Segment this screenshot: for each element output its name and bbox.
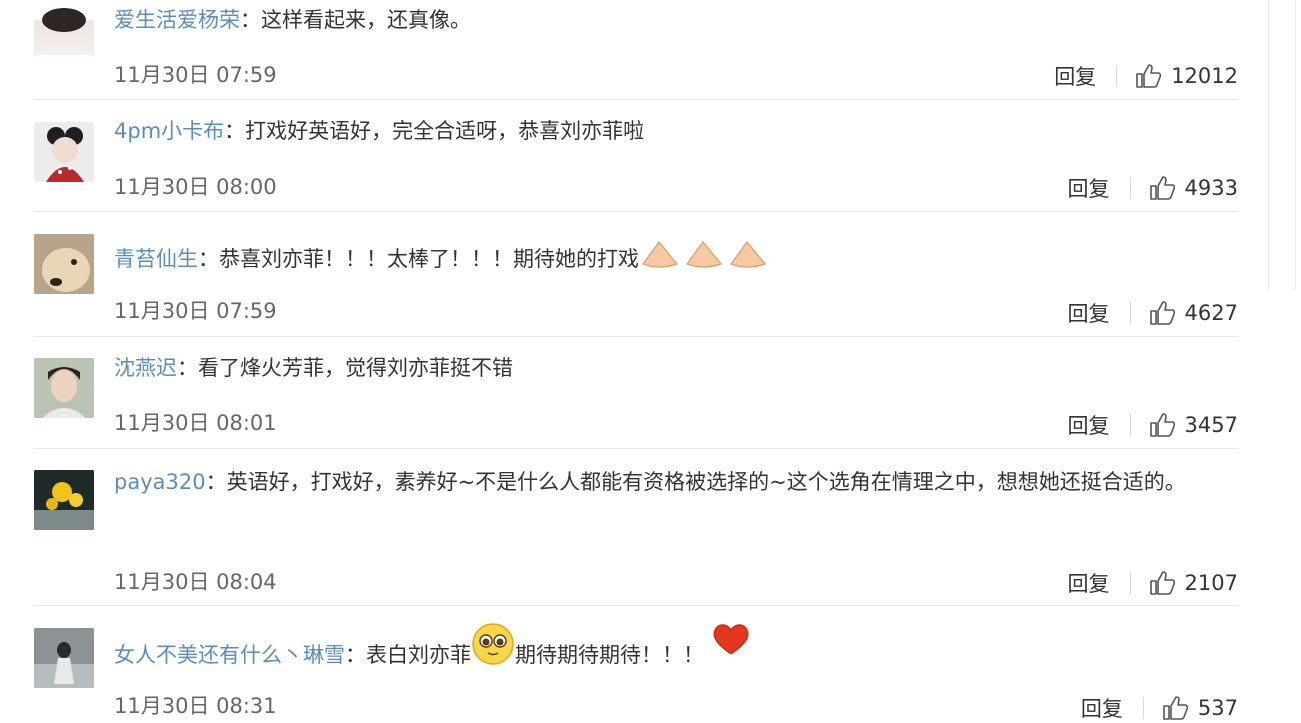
comment-divider	[34, 99, 1238, 100]
comment-body: 爱生活爱杨荣：这样看起来，还真像。	[114, 0, 1238, 42]
comment-divider	[34, 336, 1238, 337]
comment-body: paya320：英语好，打戏好，素养好~不是什么人都能有资格被选择的~这个选角在…	[114, 460, 1238, 504]
comment-username[interactable]: 爱生活爱杨荣	[114, 8, 240, 32]
avatar[interactable]	[34, 470, 94, 530]
like-count: 2107	[1184, 571, 1238, 595]
comment-time: 11月30日 07:59	[114, 299, 277, 323]
comment-time: 11月30日 08:04	[114, 570, 277, 594]
comment-item: 青苔仙生：恭喜刘亦菲！！！太棒了！！！期待她的打戏 11月30日 07:59 回…	[0, 226, 1268, 336]
comment-text: 这样看起来，还真像。	[261, 8, 471, 32]
action-divider	[1129, 302, 1131, 324]
comment-time: 11月30日 07:59	[114, 63, 277, 87]
like-count: 12012	[1171, 64, 1238, 88]
action-divider	[1116, 65, 1118, 87]
comment-username[interactable]: 沈燕迟	[114, 356, 177, 380]
comment-username[interactable]: paya320	[114, 470, 206, 494]
avatar[interactable]	[34, 628, 94, 688]
comment-separator: ：	[345, 643, 366, 667]
comment-item: 爱生活爱杨荣：这样看起来，还真像。 11月30日 07:59 回复 12012	[0, 0, 1268, 100]
avatar[interactable]	[34, 234, 94, 294]
comment-username[interactable]: 女人不美还有什么丶琳雪	[114, 643, 345, 667]
reply-button[interactable]: 回复	[1081, 693, 1123, 723]
comment-time: 11月30日 08:31	[114, 694, 277, 718]
comment-separator: ：	[240, 8, 261, 32]
comment-item: 4pm小卡布：打戏好英语好，完全合适呀，恭喜刘亦菲啦 11月30日 08:00 …	[0, 112, 1268, 212]
thumbs-up-icon[interactable]	[1162, 695, 1188, 721]
comment-divider	[34, 211, 1238, 212]
thumbs-up-icon[interactable]	[1149, 175, 1175, 201]
comment-text: 英语好，打戏好，素养好~不是什么人都能有资格被选择的~这个选角在情理之中，想想她…	[226, 470, 1186, 494]
pleading-face-emoji-icon	[471, 622, 515, 681]
comment-separator: ：	[198, 247, 219, 271]
comment-actions: 回复 4933	[1068, 173, 1238, 203]
comment-text: 表白刘亦菲	[366, 643, 471, 667]
comment-username[interactable]: 4pm小卡布	[114, 119, 224, 143]
comment-divider	[34, 605, 1238, 606]
comment-time: 11月30日 08:01	[114, 411, 277, 435]
comment-actions: 回复 3457	[1068, 410, 1238, 440]
comment-time: 11月30日 08:00	[114, 175, 277, 199]
comment-body: 沈燕迟：看了烽火芳菲，觉得刘亦菲挺不错	[114, 346, 1238, 390]
comment-text: 打戏好英语好，完全合适呀，恭喜刘亦菲啦	[245, 119, 645, 143]
comment-username[interactable]: 青苔仙生	[114, 247, 198, 271]
action-divider	[1129, 414, 1131, 436]
comment-body: 4pm小卡布：打戏好英语好，完全合适呀，恭喜刘亦菲啦	[114, 109, 1238, 153]
comment-item: 沈燕迟：看了烽火芳菲，觉得刘亦菲挺不错 11月30日 08:01 回复 3457	[0, 348, 1268, 448]
thumbs-up-icon[interactable]	[1149, 412, 1175, 438]
reply-button[interactable]: 回复	[1068, 298, 1110, 328]
comment-text: 恭喜刘亦菲！！！太棒了！！！期待她的打戏	[219, 247, 639, 271]
comment-actions: 回复 4627	[1068, 298, 1238, 328]
comment-divider	[34, 448, 1238, 449]
scroll-track-border	[1268, 0, 1269, 290]
action-divider	[1129, 177, 1131, 199]
action-divider	[1129, 572, 1131, 594]
comment-item: paya320：英语好，打戏好，素养好~不是什么人都能有资格被选择的~这个选角在…	[0, 460, 1268, 605]
thumbs-up-icon[interactable]	[1149, 570, 1175, 596]
reply-button[interactable]: 回复	[1054, 61, 1096, 91]
comment-actions: 回复 537	[1081, 693, 1238, 723]
comment-item: 女人不美还有什么丶琳雪：表白刘亦菲 期待期待期待！！！ 11月30日 08:31 …	[0, 614, 1268, 723]
reply-button[interactable]: 回复	[1068, 410, 1110, 440]
comment-body: 青苔仙生：恭喜刘亦菲！！！太棒了！！！期待她的打戏	[114, 234, 1238, 285]
comment-separator: ：	[224, 119, 246, 143]
comment-actions: 回复 12012	[1054, 61, 1238, 91]
avatar[interactable]	[34, 0, 94, 68]
comment-separator: ：	[205, 470, 227, 494]
comment-text: 看了烽火芳菲，觉得刘亦菲挺不错	[198, 356, 513, 380]
avatar[interactable]	[34, 122, 94, 182]
thumbs-up-icon[interactable]	[1135, 63, 1162, 89]
reply-button[interactable]: 回复	[1068, 568, 1110, 598]
reply-button[interactable]: 回复	[1068, 173, 1110, 203]
like-count: 537	[1197, 696, 1238, 720]
comment-actions: 回复 2107	[1068, 568, 1238, 598]
comment-separator: ：	[177, 356, 198, 380]
like-count: 4627	[1184, 301, 1238, 325]
pray-emoji-icon	[639, 234, 769, 285]
avatar[interactable]	[34, 358, 94, 418]
thumbs-up-icon[interactable]	[1149, 300, 1175, 326]
comment-text-continued: 期待期待期待！！！	[515, 643, 704, 667]
comment-body: 女人不美还有什么丶琳雪：表白刘亦菲 期待期待期待！！！	[114, 622, 1238, 681]
like-count: 3457	[1184, 413, 1238, 437]
action-divider	[1142, 697, 1144, 719]
like-count: 4933	[1184, 176, 1238, 200]
scroll-track-border	[1295, 0, 1296, 290]
heart-icon	[712, 622, 750, 671]
